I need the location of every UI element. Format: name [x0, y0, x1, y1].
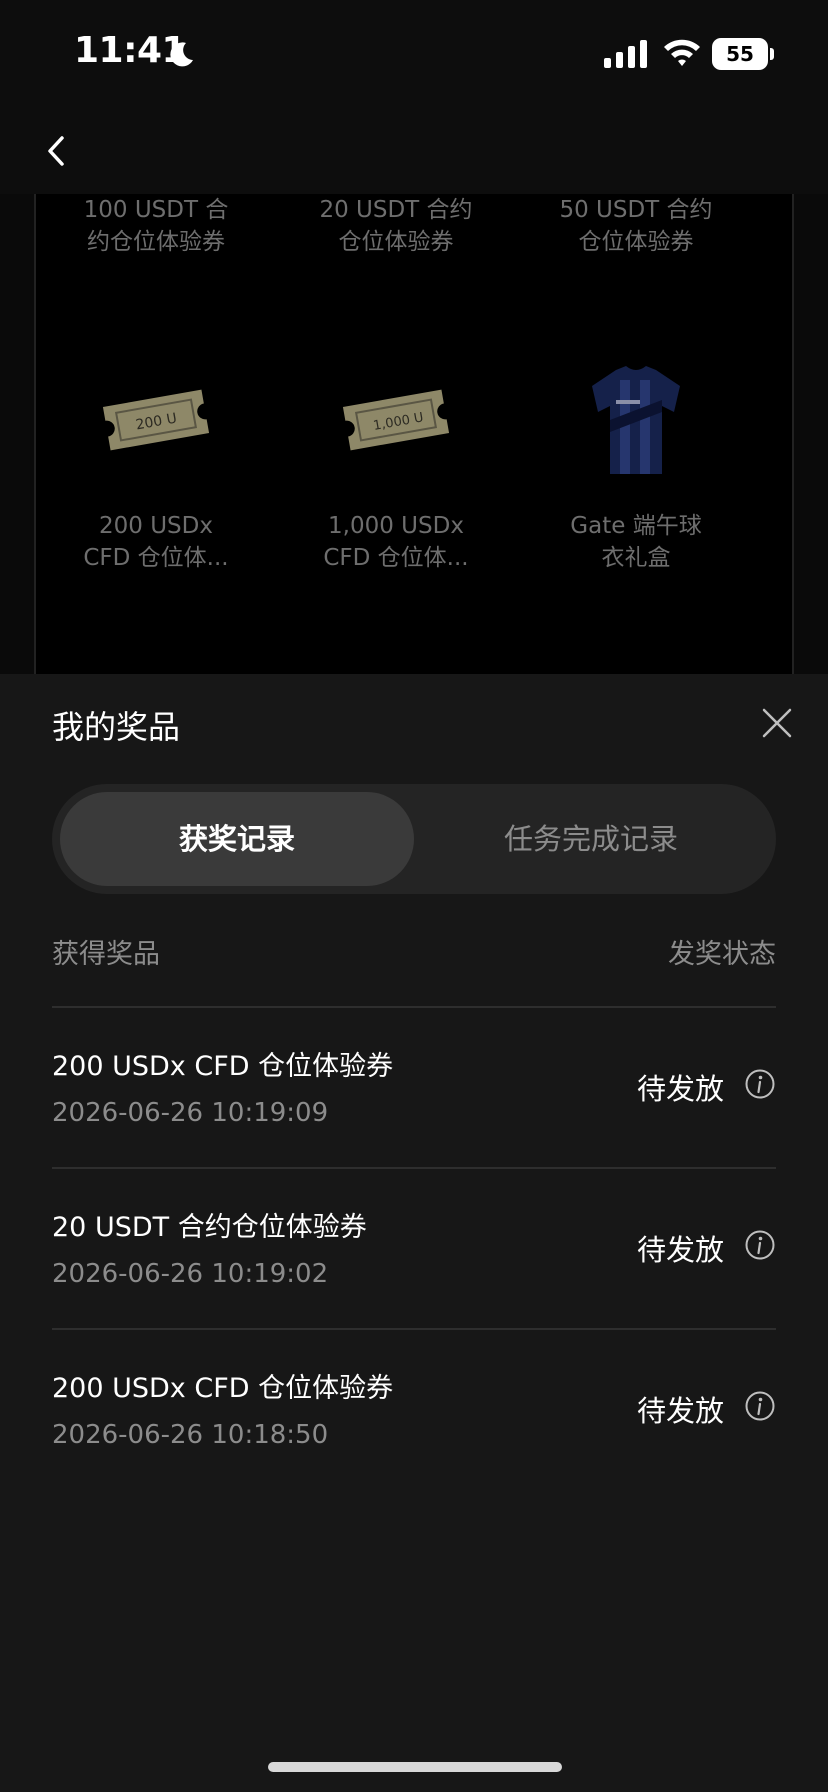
record-list: 200 USDx CFD 仓位体验券 2026-06-26 10:19:09 待… — [52, 1006, 776, 1489]
prize-label: 200 USDx CFD 仓位体... — [83, 513, 229, 571]
record-row: 20 USDT 合约仓位体验券 2026-06-26 10:19:02 待发放 — [52, 1167, 776, 1328]
cellular-signal-icon — [604, 40, 647, 68]
my-prizes-sheet: 我的奖品 获奖记录 任务完成记录 获得奖品 发奖状态 200 USDx CFD … — [0, 674, 828, 1792]
prize-item: 1,000 U 1,000 USDx CFD 仓位体... — [276, 360, 516, 574]
record-tabs: 获奖记录 任务完成记录 — [52, 784, 776, 894]
wifi-icon — [664, 39, 700, 66]
column-header-status: 发奖状态 — [668, 939, 776, 970]
battery-level: 55 — [712, 38, 768, 70]
ticket-icon: 200 U — [102, 389, 210, 451]
record-prize-name: 20 USDT 合约仓位体验券 — [52, 1212, 367, 1243]
prize-label: 50 USDT 合约 仓位体验券 — [559, 197, 713, 255]
prize-label: 20 USDT 合约 仓位体验券 — [319, 197, 473, 255]
record-status: 待发放 — [636, 1394, 724, 1428]
info-icon[interactable] — [744, 1390, 776, 1422]
screen: 11:41 55 100 USDT 合 约仓位体验券 20 USDT 合约 仓位… — [0, 0, 828, 1792]
close-icon[interactable] — [760, 706, 794, 740]
prize-item: 200 U 200 USDx CFD 仓位体... — [36, 360, 276, 574]
record-status: 待发放 — [636, 1072, 724, 1106]
record-prize-name: 200 USDx CFD 仓位体验券 — [52, 1373, 394, 1404]
record-status: 待发放 — [636, 1233, 724, 1267]
info-icon[interactable] — [744, 1068, 776, 1100]
record-row: 200 USDx CFD 仓位体验券 2026-06-26 10:18:50 待… — [52, 1328, 776, 1489]
prize-item: 20 USDT 合约 仓位体验券 — [276, 194, 516, 258]
status-bar: 11:41 55 — [0, 0, 828, 110]
back-chevron-icon[interactable] — [38, 126, 72, 176]
nav-bar — [0, 110, 828, 194]
column-header-prize: 获得奖品 — [52, 939, 160, 970]
prize-label: Gate 端午球 衣礼盒 — [570, 513, 702, 571]
moon-icon — [170, 42, 193, 67]
battery-icon: 55 — [712, 38, 774, 70]
prize-label: 100 USDT 合 约仓位体验券 — [83, 197, 229, 255]
jersey-icon — [592, 366, 680, 474]
record-time: 2026-06-26 10:18:50 — [52, 1420, 329, 1450]
record-row: 200 USDx CFD 仓位体验券 2026-06-26 10:19:09 待… — [52, 1006, 776, 1167]
prize-item: Gate 端午球 衣礼盒 — [516, 360, 756, 574]
prize-grid: 100 USDT 合 约仓位体验券 20 USDT 合约 仓位体验券 50 US… — [34, 194, 794, 674]
info-icon[interactable] — [744, 1229, 776, 1261]
ticket-icon: 1,000 U — [342, 389, 450, 451]
prize-item: 50 USDT 合约 仓位体验券 — [516, 194, 756, 258]
tab-task-records[interactable]: 任务完成记录 — [414, 792, 768, 886]
record-time: 2026-06-26 10:19:02 — [52, 1259, 329, 1289]
record-prize-name: 200 USDx CFD 仓位体验券 — [52, 1051, 394, 1082]
prize-item: 100 USDT 合 约仓位体验券 — [36, 194, 276, 258]
home-indicator[interactable] — [268, 1762, 562, 1772]
record-time: 2026-06-26 10:19:09 — [52, 1098, 329, 1128]
tab-award-records[interactable]: 获奖记录 — [60, 792, 414, 886]
sheet-title: 我的奖品 — [52, 708, 181, 746]
prize-label: 1,000 USDx CFD 仓位体... — [323, 513, 469, 571]
